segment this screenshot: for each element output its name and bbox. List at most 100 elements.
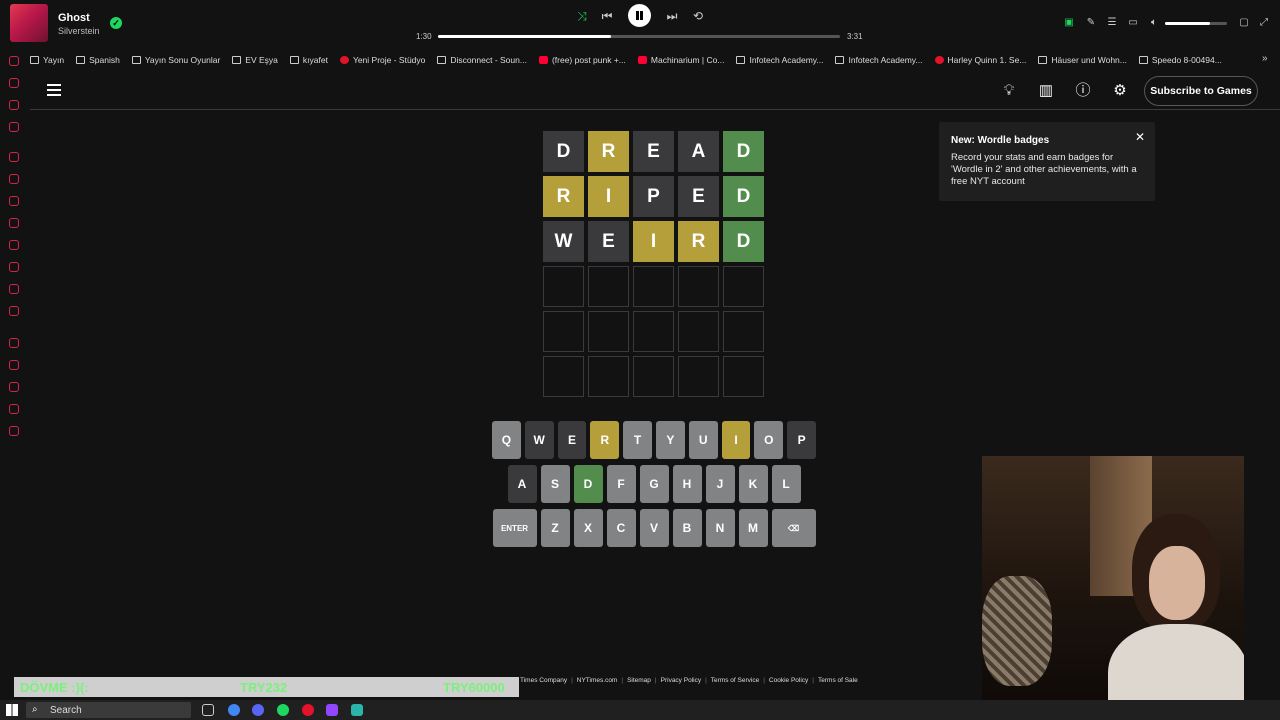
sidebar-app-icon[interactable] xyxy=(9,56,19,66)
key-f[interactable]: F xyxy=(606,465,636,503)
sidebar-app-icon[interactable] xyxy=(9,152,19,162)
hamburger-menu-icon[interactable] xyxy=(47,84,61,96)
sidebar-app-icon[interactable] xyxy=(9,196,19,206)
key-d[interactable]: D xyxy=(573,465,603,503)
mini-player-icon[interactable]: ▢ xyxy=(1238,17,1250,29)
key-q[interactable]: Q xyxy=(492,421,521,459)
key-e[interactable]: E xyxy=(557,421,587,459)
sidebar-app-icon[interactable] xyxy=(9,262,19,272)
key-n[interactable]: N xyxy=(705,509,735,547)
key-c[interactable]: C xyxy=(606,509,636,547)
sidebar-app-icon[interactable] xyxy=(9,100,19,110)
bookmark-item[interactable]: Disconnect - Soun... xyxy=(437,55,527,65)
footer-link[interactable]: Terms of Sale xyxy=(818,677,858,687)
bookmark-item[interactable]: Machinarium | Co... xyxy=(637,55,724,65)
sidebar-app-icon[interactable] xyxy=(9,306,19,316)
bookmark-item[interactable]: Yeni Proje - Stüdyo xyxy=(339,55,425,65)
help-icon[interactable]: ⓘ xyxy=(1074,82,1092,100)
lyrics-icon[interactable]: ✎ xyxy=(1085,17,1097,29)
close-icon[interactable]: ✕ xyxy=(1135,130,1145,144)
key-w[interactable]: W xyxy=(524,421,554,459)
footer-link[interactable]: Cookie Policy xyxy=(769,677,808,687)
bookmark-item[interactable]: Spanish xyxy=(76,55,120,65)
sidebar-app-icon[interactable] xyxy=(9,218,19,228)
chrome-icon[interactable] xyxy=(228,704,240,716)
bookmark-item[interactable]: Häuser und Wohn... xyxy=(1038,55,1127,65)
backspace-icon[interactable]: ⌫ xyxy=(771,509,816,547)
key-b[interactable]: B xyxy=(672,509,702,547)
key-g[interactable]: G xyxy=(639,465,669,503)
key-i[interactable]: I xyxy=(721,421,751,459)
footer-link[interactable]: Terms of Service xyxy=(711,677,759,687)
key-m[interactable]: M xyxy=(738,509,768,547)
key-j[interactable]: J xyxy=(705,465,735,503)
sidebar-app-icon[interactable] xyxy=(9,338,19,348)
sidebar-app-icon[interactable] xyxy=(9,122,19,132)
album-art[interactable] xyxy=(10,4,48,42)
key-a[interactable]: A xyxy=(507,465,537,503)
volume-icon[interactable]: 🔈︎ xyxy=(1148,17,1160,29)
key-t[interactable]: T xyxy=(623,421,652,459)
sidebar-app-icon[interactable] xyxy=(9,426,19,436)
track-title[interactable]: Ghost xyxy=(58,12,90,24)
settings-gear-icon[interactable]: ⚙ xyxy=(1111,82,1129,100)
queue-icon[interactable]: ☰ xyxy=(1106,17,1118,29)
now-playing-view-icon[interactable]: ▣ xyxy=(1063,17,1075,29)
windows-start-icon[interactable] xyxy=(6,704,18,716)
footer-link[interactable]: Privacy Policy xyxy=(661,677,701,687)
sidebar-app-icon[interactable] xyxy=(9,404,19,414)
sidebar-app-icon[interactable] xyxy=(9,78,19,88)
pause-button[interactable] xyxy=(628,4,651,27)
key-y[interactable]: Y xyxy=(656,421,685,459)
key-z[interactable]: Z xyxy=(540,509,570,547)
spotify-icon[interactable] xyxy=(277,704,289,716)
bookmark-item[interactable]: Yayın xyxy=(30,55,64,65)
sidebar-app-icon[interactable] xyxy=(9,284,19,294)
discord-icon[interactable] xyxy=(252,704,264,716)
bookmark-item[interactable]: Harley Quinn 1. Se... xyxy=(934,55,1026,65)
key-u[interactable]: U xyxy=(688,421,718,459)
taskbar-search-box[interactable]: ⌕ Search xyxy=(26,702,191,718)
volume-slider[interactable] xyxy=(1165,22,1227,25)
app-icon[interactable] xyxy=(351,704,363,716)
key-x[interactable]: X xyxy=(573,509,603,547)
enter-key[interactable]: ENTER xyxy=(492,509,537,547)
bookmark-item[interactable]: Yayın Sonu Oyunlar xyxy=(131,55,220,65)
sidebar-app-icon[interactable] xyxy=(9,174,19,184)
key-l[interactable]: L xyxy=(771,465,801,503)
hint-lightbulb-icon[interactable]: 💡︎ xyxy=(1000,82,1018,100)
footer-link[interactable]: Sitemap xyxy=(627,677,651,687)
repeat-icon[interactable]: ⟲ xyxy=(690,8,706,24)
obs-recording-icon[interactable] xyxy=(302,704,314,716)
fullscreen-icon[interactable]: ⤢ xyxy=(1258,17,1270,29)
bookmark-item[interactable]: EV Eşya xyxy=(232,55,278,65)
sidebar-app-icon[interactable] xyxy=(9,382,19,392)
liked-check-icon[interactable]: ✓ xyxy=(110,17,122,29)
task-view-icon[interactable] xyxy=(202,704,214,716)
bookmark-item[interactable]: kıyafet xyxy=(289,55,328,65)
key-h[interactable]: H xyxy=(672,465,702,503)
track-artist[interactable]: Silverstein xyxy=(58,26,100,36)
bookmarks-overflow-chevron-icon[interactable]: » xyxy=(1262,53,1268,64)
playback-progress-bar[interactable] xyxy=(438,35,840,38)
bookmark-item[interactable]: Speedo 8-00494... xyxy=(1138,55,1222,65)
subscribe-button[interactable]: Subscribe to Games xyxy=(1144,76,1258,106)
key-p[interactable]: P xyxy=(787,421,816,459)
next-track-icon[interactable]: ⏭ xyxy=(664,8,680,24)
footer-link[interactable]: Times Company xyxy=(520,677,567,687)
key-k[interactable]: K xyxy=(738,465,768,503)
sidebar-app-icon[interactable] xyxy=(9,360,19,370)
statistics-icon[interactable]: ▥ xyxy=(1037,82,1055,100)
sidebar-app-icon[interactable] xyxy=(9,240,19,250)
bookmark-item[interactable]: Infotech Academy... xyxy=(736,55,823,65)
bookmark-item[interactable]: Infotech Academy... xyxy=(835,55,923,65)
previous-track-icon[interactable]: ⏮ xyxy=(599,8,615,24)
key-o[interactable]: O xyxy=(754,421,784,459)
twitch-icon[interactable] xyxy=(326,704,338,716)
key-s[interactable]: S xyxy=(540,465,570,503)
key-v[interactable]: V xyxy=(639,509,669,547)
bookmark-item[interactable]: (free) post punk +... xyxy=(538,55,626,65)
shuffle-icon[interactable]: ⤨ xyxy=(574,8,590,24)
footer-link[interactable]: NYTimes.com xyxy=(577,677,618,687)
key-r[interactable]: R xyxy=(590,421,620,459)
